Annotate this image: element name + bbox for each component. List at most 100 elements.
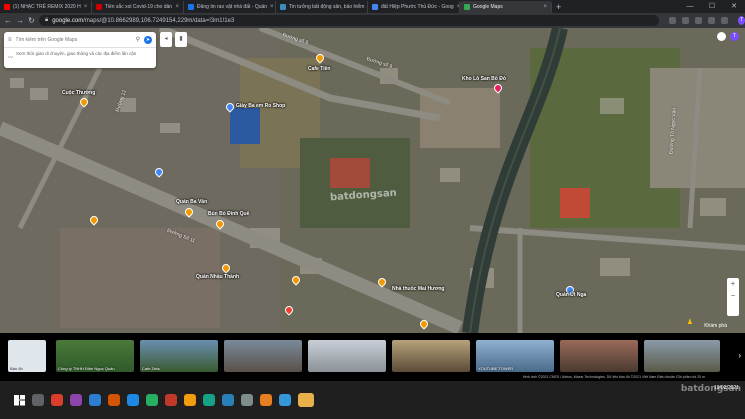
pegman-icon[interactable]: ♟ <box>687 318 693 326</box>
place-label: Cuộc Thường <box>62 90 96 96</box>
place-label: Quán Nhậu Thành <box>196 274 240 280</box>
app-icon[interactable] <box>203 394 215 406</box>
site-icon <box>280 4 286 10</box>
reload-icon[interactable]: ↻ <box>28 16 35 25</box>
app-icon[interactable] <box>241 394 253 406</box>
photo-thumbnail[interactable]: Cafe Zeta <box>140 340 218 372</box>
thumbnail-caption: Bản đồ <box>10 366 23 371</box>
minimize-button[interactable]: — <box>679 0 701 13</box>
place-label: Giày Ba em Ro Shop <box>236 103 286 109</box>
directions-icon[interactable]: ➤ <box>144 35 152 44</box>
place-label: Bún Bò Đình Quế <box>208 211 250 217</box>
tab-label: Tin tưởng bất động sản, bảo hiểm <box>289 4 365 10</box>
account-avatar[interactable]: T <box>730 32 739 41</box>
app-icon[interactable] <box>146 394 158 406</box>
extension-icon[interactable] <box>708 17 715 24</box>
maps-search-panel: ≡ ⚲ ➤ 〰 Xem thời gian di chuyển, giao th… <box>4 32 156 68</box>
app-icon[interactable] <box>89 394 101 406</box>
back-icon[interactable]: ← <box>4 16 12 25</box>
tab-label: đất Hiệp Phước Thủ Đức - Goog <box>381 4 454 10</box>
satellite-imagery <box>0 28 745 333</box>
close-icon[interactable]: × <box>84 4 88 10</box>
lock-icon: 🔒︎ <box>45 17 49 23</box>
google-icon <box>372 4 378 10</box>
photo-thumbnail[interactable]: Công ty TNHH Điện Ngọc Quân <box>56 340 134 372</box>
maximize-button[interactable]: ☐ <box>701 0 723 13</box>
window-controls: — ☐ ✕ <box>679 0 745 13</box>
forward-icon[interactable]: → <box>16 16 24 25</box>
windows-start-icon[interactable] <box>14 394 25 406</box>
site-icon <box>188 4 194 10</box>
tab-bat-dong-san[interactable]: Tin tưởng bất động sản, bảo hiểm× <box>276 1 368 13</box>
photo-thumbnail[interactable] <box>560 340 638 372</box>
browser-toolbar: ← → ↻ 🔒︎ google.com/maps/@10.8662989,106… <box>0 13 745 28</box>
tab-youtube[interactable]: (1) NHẠC TRẺ REMIX 2020 H × <box>0 1 92 13</box>
photo-thumbnail[interactable] <box>644 340 720 372</box>
edge-icon[interactable] <box>127 394 139 406</box>
tab-google-maps[interactable]: Google Maps × <box>460 1 552 13</box>
extension-icon[interactable] <box>721 17 728 24</box>
map-top-controls: T <box>717 32 739 41</box>
folder-icon[interactable] <box>184 394 196 406</box>
photo-thumbnail[interactable] <box>308 340 386 372</box>
tab-google-search[interactable]: đất Hiệp Phước Thủ Đức - Goog × <box>368 1 460 13</box>
photo-strip: Bản đồ Công ty TNHH Điện Ngọc Quân Cafe … <box>0 333 745 381</box>
photo-thumbnail[interactable] <box>224 340 302 372</box>
apps-icon[interactable] <box>717 32 726 41</box>
chat-icon[interactable] <box>298 393 314 407</box>
extensions-bar <box>669 17 728 24</box>
app-icon[interactable] <box>70 394 82 406</box>
thumbnail-caption: Cafe Zeta <box>142 366 160 371</box>
app-icon[interactable] <box>165 394 177 406</box>
close-icon[interactable]: × <box>543 4 547 10</box>
tab-strip: (1) NHẠC TRẺ REMIX 2020 H × Tiền sắc xoi … <box>0 0 745 13</box>
nearby-hint[interactable]: Xem thời gian di chuyển, giao thông và c… <box>4 48 156 57</box>
traffic-icon: 〰 <box>8 55 14 61</box>
maps-search-input[interactable] <box>15 36 132 43</box>
tab-label: Google Maps <box>473 4 503 10</box>
app-icon[interactable] <box>222 394 234 406</box>
place-label: Kho Lô San Bố Đỏ <box>462 76 506 82</box>
chrome-icon[interactable] <box>51 394 63 406</box>
tab-rao-vat[interactable]: Đăng tin rao vặt nhà đất - Quản × <box>184 1 276 13</box>
map-mode-thumbnail[interactable]: Bản đồ <box>8 340 46 372</box>
url-host: google.com <box>52 17 84 24</box>
extension-icon[interactable] <box>682 17 689 24</box>
close-window-button[interactable]: ✕ <box>723 0 745 13</box>
lock-icon[interactable]: ▮ <box>175 32 187 47</box>
thumbnail-caption: Công ty TNHH Điện Ngọc Quân <box>58 366 115 371</box>
address-bar[interactable]: 🔒︎ google.com/maps/@10.8662989,106.72491… <box>39 15 659 26</box>
watermark: batdongsan <box>680 384 741 394</box>
new-tab-button[interactable]: + <box>552 1 565 13</box>
extension-icon[interactable] <box>695 17 702 24</box>
news-icon <box>96 4 102 10</box>
collapse-panel-button[interactable]: ◂ <box>160 32 172 47</box>
app-icon[interactable] <box>260 394 272 406</box>
profile-avatar[interactable]: T <box>738 16 745 25</box>
map-attribution[interactable]: Hình ảnh ©2021 CNES / Airbus, Maxar Tech… <box>523 375 705 379</box>
zoom-out-button[interactable]: − <box>727 290 739 302</box>
search-icon[interactable] <box>32 394 44 406</box>
search-icon[interactable]: ⚲ <box>136 36 140 43</box>
thumbnail-caption: YOUTUBE TOWER <box>478 366 514 371</box>
zoom-controls: + − <box>727 278 739 316</box>
menu-icon[interactable]: ≡ <box>8 37 12 43</box>
explore-link[interactable]: Khám phá <box>704 323 727 329</box>
photo-thumbnail[interactable]: YOUTUBE TOWER <box>476 340 554 372</box>
extension-icon[interactable] <box>669 17 676 24</box>
chevron-right-icon[interactable]: › <box>738 351 741 360</box>
place-label: Quán Út Nga <box>556 292 587 298</box>
close-icon[interactable]: × <box>175 4 179 10</box>
maps-icon <box>464 4 470 10</box>
satellite-map[interactable]: ≡ ⚲ ➤ 〰 Xem thời gian di chuyển, giao th… <box>0 28 745 333</box>
map-side-buttons: ◂ ▮ <box>160 32 187 47</box>
zoom-in-button[interactable]: + <box>727 278 739 290</box>
app-icon[interactable] <box>108 394 120 406</box>
close-icon[interactable]: × <box>270 4 274 10</box>
youtube-icon <box>4 4 10 10</box>
app-icon[interactable] <box>279 394 291 406</box>
photo-thumbnail[interactable] <box>392 340 470 372</box>
tab-label: (1) NHẠC TRẺ REMIX 2020 H <box>13 4 81 10</box>
place-label: Cafe Tiên <box>308 66 331 72</box>
tab-covid[interactable]: Tiền sắc xoi Covid-19 cho dân × <box>92 1 184 13</box>
